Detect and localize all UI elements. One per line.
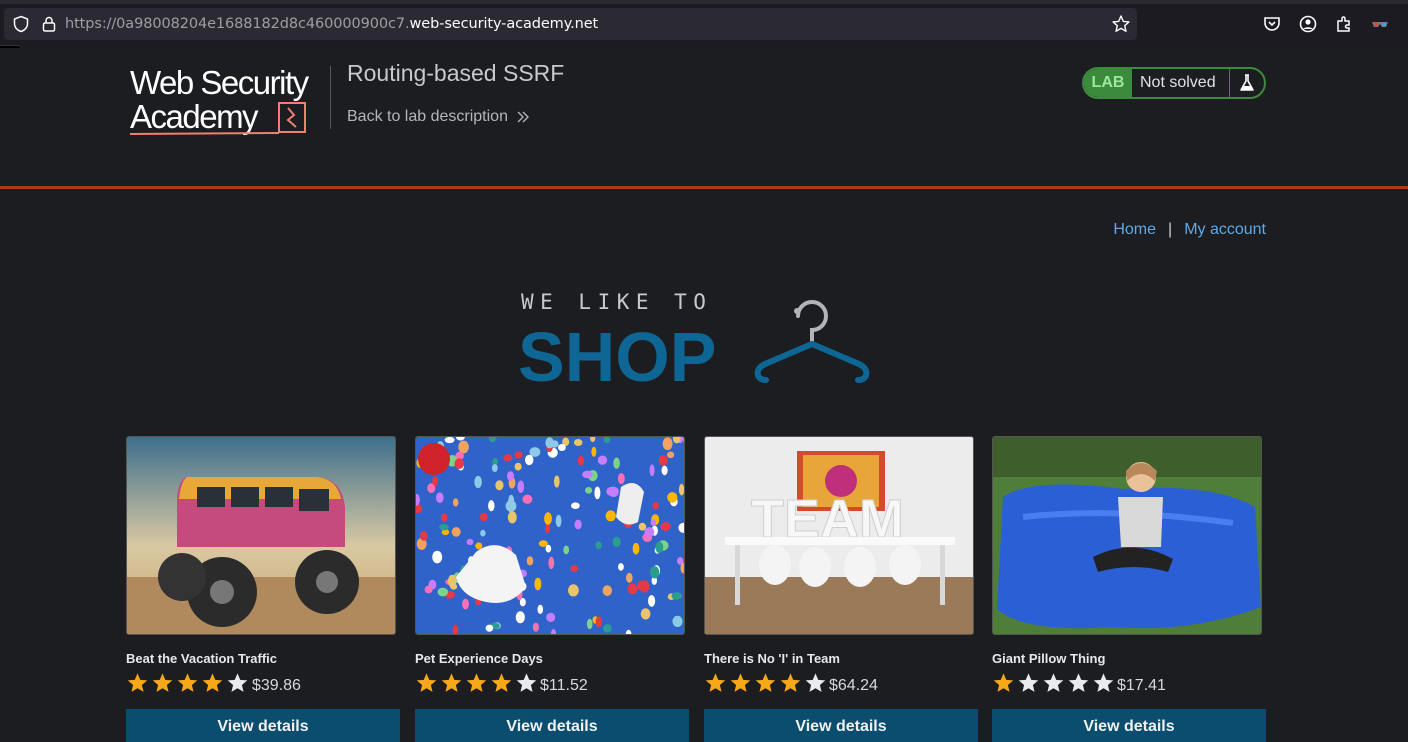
product-name[interactable]: Pet Experience Days [415,651,543,666]
browser-toolbar: https://0a98008204e1688182d8c460000900c7… [0,0,1408,48]
product-name[interactable]: There is No 'I' in Team [704,651,840,666]
lab-status-widget: LAB Not solved [1082,67,1266,99]
star-filled-icon [705,673,726,692]
product-image[interactable]: TEAM [704,436,974,635]
star-empty-icon [1043,673,1064,692]
product-card: Beat the Vacation Traffic $39.86 View de… [126,436,400,742]
lock-icon[interactable] [40,15,58,33]
flask-icon [1240,74,1254,91]
shield-icon[interactable] [12,15,30,33]
lab-status-text: Not solved [1132,69,1230,97]
top-nav: Home | My account [1113,221,1266,239]
star-filled-icon [730,673,751,692]
product-grid: Beat the Vacation Traffic $39.86 View de… [126,436,1266,742]
star-filled-icon [993,673,1014,692]
star-filled-icon [177,673,198,692]
extensions-icon[interactable] [1334,14,1354,34]
nav-separator: | [1168,221,1173,238]
star-filled-icon [202,673,223,692]
product-rating [992,672,1115,694]
star-filled-icon [441,673,462,692]
product-card: Pet Experience Days $11.52 View details [415,436,689,742]
view-details-button[interactable]: View details [992,709,1266,742]
back-to-lab-link[interactable]: Back to lab description [347,108,530,126]
pocket-icon[interactable] [1262,14,1282,34]
product-price: $64.24 [829,677,878,694]
star-empty-icon [516,673,537,692]
star-filled-icon [416,673,437,692]
product-rating [704,672,827,694]
star-filled-icon [491,673,512,692]
shop-banner: WE LIKE TO SHOP [518,290,870,388]
star-filled-icon [152,673,173,692]
header-divider [0,186,1408,189]
product-price: $39.86 [252,677,301,694]
academy-logo[interactable]: Web Security Academy [128,62,328,138]
star-filled-icon [127,673,148,692]
product-card: Giant Pillow Thing $17.41 View details [992,436,1266,742]
product-price: $11.52 [540,677,588,694]
product-rating [126,672,249,694]
url-text[interactable]: https://0a98008204e1688182d8c460000900c7… [65,16,598,32]
star-filled-icon [780,673,801,692]
nav-my-account-link[interactable]: My account [1184,221,1266,239]
product-name[interactable]: Beat the Vacation Traffic [126,651,277,666]
lab-title: Routing-based SSRF [347,60,565,86]
star-filled-icon [466,673,487,692]
product-image[interactable] [415,436,685,635]
hanger-icon [754,300,870,383]
account-icon[interactable] [1298,14,1318,34]
view-details-button[interactable]: View details [415,709,689,742]
star-empty-icon [1093,673,1114,692]
url-prefix: https://0a98008204e1688182d8c460000900c7… [65,16,410,32]
product-image[interactable] [126,436,396,635]
flask-button[interactable] [1230,69,1264,97]
product-name[interactable]: Giant Pillow Thing [992,651,1105,666]
star-empty-icon [1018,673,1039,692]
lab-badge: LAB [1084,69,1132,97]
logo-divider [330,66,331,129]
view-details-button[interactable]: View details [126,709,400,742]
nav-home-link[interactable]: Home [1113,221,1156,239]
back-link-label: Back to lab description [347,108,508,125]
logo-line2: Academy [130,98,259,135]
url-host: web-security-academy.net [409,16,599,32]
address-bar[interactable]: https://0a98008204e1688182d8c460000900c7… [4,8,1137,40]
product-image[interactable] [992,436,1262,635]
star-empty-icon [227,673,248,692]
product-price: $17.41 [1117,677,1166,694]
star-filled-icon [755,673,776,692]
product-rating [415,672,538,694]
extension-mask-icon[interactable] [1370,14,1390,34]
chevron-double-right-icon [517,111,529,123]
logo-line1: Web Security [130,64,310,101]
view-details-button[interactable]: View details [704,709,978,742]
star-empty-icon [805,673,826,692]
tab-strip-edge [0,0,1408,4]
product-card: TEAM There is No 'I' in Team $64.24 View… [704,436,978,742]
star-icon[interactable] [1111,14,1131,34]
banner-line2: SHOP [518,318,716,388]
banner-line1: WE LIKE TO [521,290,712,314]
star-empty-icon [1068,673,1089,692]
